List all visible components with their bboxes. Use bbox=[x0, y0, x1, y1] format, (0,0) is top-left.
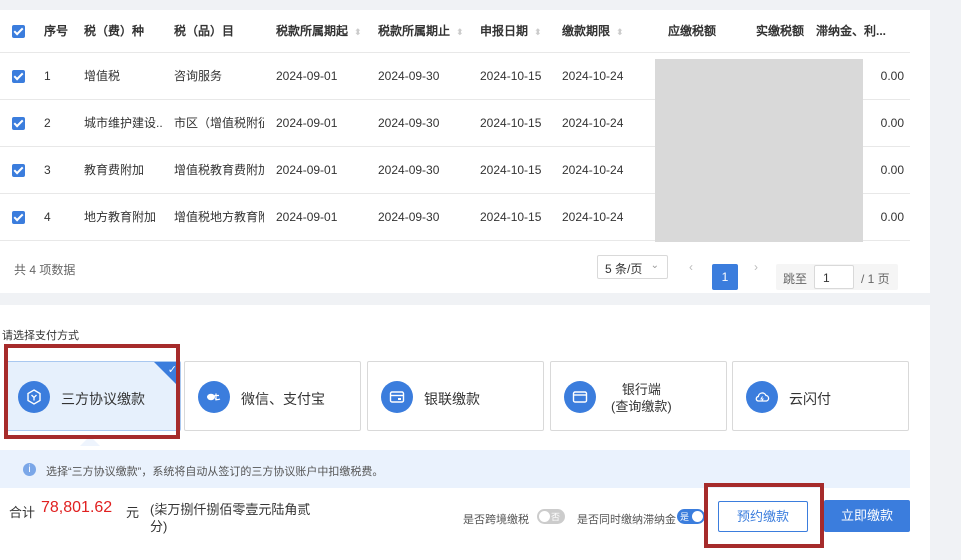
prev-page-icon[interactable]: ‹ bbox=[689, 260, 693, 274]
col-header-deadline[interactable]: 缴款期限 ⬍ bbox=[550, 10, 632, 53]
payment-method-title: 请选择支付方式 bbox=[2, 330, 79, 342]
payment-method-cloudpay[interactable]: 云闪付 bbox=[732, 361, 909, 431]
notice-text: 选择“三方协议缴款”，系统将自动从签订的三方协议账户中扣缴税费。 bbox=[46, 466, 384, 478]
payment-method-label: 微信、支付宝 bbox=[241, 391, 325, 407]
cell-period-start: 2024-09-01 bbox=[264, 193, 366, 241]
payment-method-unionpay[interactable]: 银联缴款 bbox=[367, 361, 544, 431]
cell-seq: 3 bbox=[32, 146, 72, 194]
page-size-value: 5 条/页 bbox=[605, 262, 643, 276]
cell-period-start: 2024-09-01 bbox=[264, 52, 366, 100]
col-header-declare-date[interactable]: 申报日期 ⬍ bbox=[468, 10, 550, 53]
col-header-period-end[interactable]: 税款所属期止 ⬍ bbox=[366, 10, 468, 53]
total-count: 共 4 项数据 bbox=[14, 263, 76, 277]
tax-table-card: 序号 税（费）种 税（品）目 税款所属期起 ⬍ 税款所属期止 ⬍ 申报日期 ⬍ 缴款期… bbox=[0, 10, 930, 293]
cell-declare-date: 2024-10-15 bbox=[468, 52, 550, 100]
cell-period-end: 2024-09-30 bbox=[366, 99, 468, 147]
next-page-icon[interactable]: › bbox=[754, 260, 758, 274]
cell-declare-date: 2024-10-15 bbox=[468, 146, 550, 194]
sort-icon[interactable]: ⬍ bbox=[616, 27, 624, 38]
late-fee-toggle[interactable]: 是 bbox=[677, 509, 705, 524]
row-checkbox[interactable] bbox=[12, 163, 25, 177]
cell-tax-item: 咨询服务 bbox=[162, 52, 264, 100]
cell-deadline: 2024-10-24 bbox=[550, 146, 632, 194]
cell-period-end: 2024-09-30 bbox=[366, 146, 468, 194]
goto-label: 跳至 bbox=[783, 272, 808, 286]
col-header-tax-item: 税（品）目 bbox=[162, 10, 264, 53]
cell-tax-item: 增值税教育费附加 bbox=[162, 146, 264, 194]
cell-tax-item: 增值税地方教育附 bbox=[162, 193, 264, 241]
sort-icon[interactable]: ⬍ bbox=[354, 27, 362, 38]
cell-seq: 4 bbox=[32, 193, 72, 241]
cell-period-start: 2024-09-01 bbox=[264, 146, 366, 194]
col-header-paid: 实缴税额 bbox=[730, 10, 810, 53]
total-amount: 78,801.62 bbox=[41, 499, 113, 516]
cell-tax-item: 市区（增值税附征 bbox=[162, 99, 264, 147]
toggle-state: 是 bbox=[680, 512, 690, 522]
total-unit: 元 bbox=[126, 505, 140, 520]
row-checkbox[interactable] bbox=[12, 116, 25, 130]
page-size-select[interactable]: 5 条/页 ⌄ bbox=[597, 255, 668, 279]
payment-method-label-line1: 银行端 bbox=[621, 382, 661, 397]
col-header-seq: 序号 bbox=[32, 10, 72, 53]
cross-border-label: 是否跨境缴税 bbox=[463, 514, 529, 526]
cell-deadline: 2024-10-24 bbox=[550, 99, 632, 147]
toggle-knob bbox=[692, 511, 703, 522]
info-icon: i bbox=[23, 463, 36, 476]
cell-period-end: 2024-09-30 bbox=[366, 193, 468, 241]
payment-method-label: 银行端 (查询缴款) bbox=[611, 381, 672, 415]
toggle-knob bbox=[539, 511, 550, 522]
redacted-amounts-block bbox=[655, 59, 863, 242]
goto-page: 跳至 1 / 1 页 bbox=[776, 264, 898, 290]
row-checkbox[interactable] bbox=[12, 69, 25, 83]
cell-period-start: 2024-09-01 bbox=[264, 99, 366, 147]
cell-period-end: 2024-09-30 bbox=[366, 52, 468, 100]
cell-tax-type: 教育费附加 bbox=[72, 146, 162, 194]
toggle-state: 否 bbox=[551, 512, 561, 522]
sort-icon[interactable]: ⬍ bbox=[456, 27, 464, 38]
card-icon bbox=[381, 381, 413, 413]
highlight-box-tripartite bbox=[4, 344, 180, 439]
table-header-row: 序号 税（费）种 税（品）目 税款所属期起 ⬍ 税款所属期止 ⬍ 申报日期 ⬍ 缴款期… bbox=[0, 10, 910, 53]
payment-method-label-line2: (查询缴款) bbox=[611, 399, 672, 414]
cell-seq: 2 bbox=[32, 99, 72, 147]
payment-method-label: 云闪付 bbox=[789, 391, 831, 407]
goto-page-input[interactable]: 1 bbox=[814, 265, 854, 289]
cell-declare-date: 2024-10-15 bbox=[468, 193, 550, 241]
cell-declare-date: 2024-10-15 bbox=[468, 99, 550, 147]
payment-method-bank[interactable]: 银行端 (查询缴款) bbox=[550, 361, 727, 431]
cloud-icon bbox=[746, 381, 778, 413]
cell-deadline: 2024-10-24 bbox=[550, 193, 632, 241]
col-header-tax-type: 税（费）种 bbox=[72, 10, 162, 53]
sort-icon[interactable]: ⬍ bbox=[534, 27, 542, 38]
col-header-deadline-label: 缴款期限 bbox=[562, 24, 611, 39]
col-header-period-start[interactable]: 税款所属期起 ⬍ bbox=[264, 10, 366, 53]
cell-tax-type: 地方教育附加 bbox=[72, 193, 162, 241]
cell-tax-type: 增值税 bbox=[72, 52, 162, 100]
cell-seq: 1 bbox=[32, 52, 72, 100]
select-all-checkbox[interactable] bbox=[12, 24, 25, 38]
col-header-period-start-label: 税款所属期起 bbox=[276, 24, 349, 39]
total-label: 合计 bbox=[9, 505, 36, 520]
cell-deadline: 2024-10-24 bbox=[550, 52, 632, 100]
wechat-alipay-icon bbox=[198, 381, 230, 413]
cross-border-toggle[interactable]: 否 bbox=[537, 509, 565, 524]
payment-method-wechat-alipay[interactable]: 微信、支付宝 bbox=[184, 361, 361, 431]
payment-method-label: 银联缴款 bbox=[424, 391, 480, 407]
highlight-box-reserve bbox=[704, 483, 824, 548]
col-header-payable: 应缴税额 bbox=[632, 10, 730, 53]
cell-tax-type: 城市维护建设... bbox=[72, 99, 162, 147]
col-header-period-end-label: 税款所属期止 bbox=[378, 24, 451, 39]
chevron-down-icon: ⌄ bbox=[650, 260, 659, 271]
col-header-declare-date-label: 申报日期 bbox=[480, 24, 529, 39]
late-fee-label: 是否同时缴纳滞纳金 bbox=[577, 514, 676, 526]
col-header-late-fee: 滞纳金、利... bbox=[810, 10, 910, 53]
pay-now-button[interactable]: 立即缴款 bbox=[824, 500, 910, 532]
page-button-current[interactable]: 1 bbox=[712, 264, 738, 290]
total-amount-words: (柒万捌仟捌佰零壹元陆角贰分) bbox=[150, 502, 311, 534]
page-scrollbar-track[interactable] bbox=[931, 0, 961, 560]
row-checkbox[interactable] bbox=[12, 210, 25, 224]
wallet-icon bbox=[564, 381, 596, 413]
total-pages: / 1 页 bbox=[861, 272, 890, 286]
